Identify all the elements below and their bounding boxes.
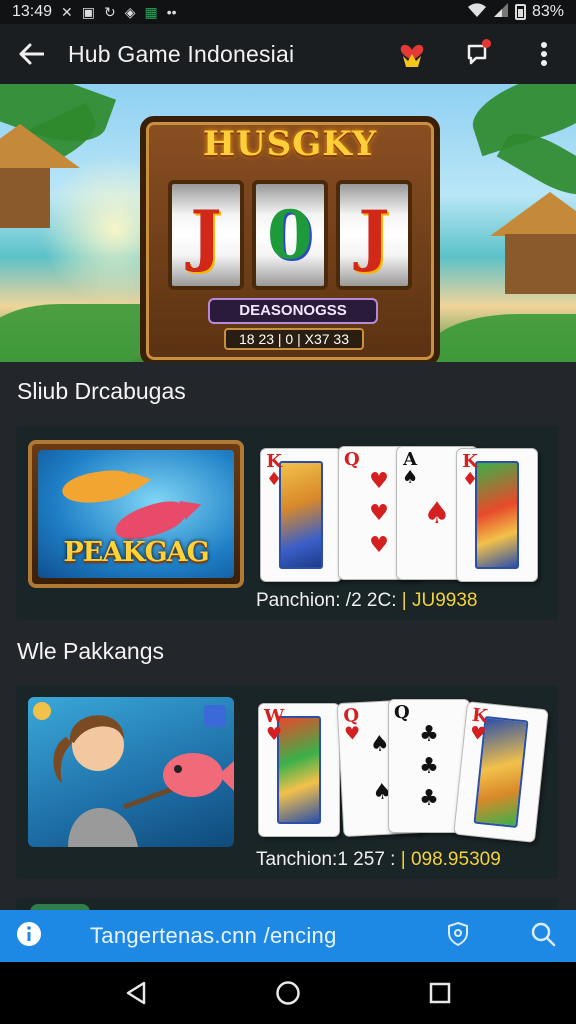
card-pip: ♥ bbox=[369, 532, 389, 558]
home-circle-icon bbox=[276, 981, 300, 1005]
bush bbox=[430, 314, 576, 362]
card-pip: ♠ bbox=[423, 495, 451, 531]
card-rank: K ♦ bbox=[462, 453, 478, 489]
image-icon: ▣ bbox=[81, 3, 96, 20]
card-suit: ♥ bbox=[468, 722, 488, 746]
playing-cards: W ♥ ♠ ♠ Q ♥ ♣ ♣ ♣ Q K ♥ bbox=[254, 698, 554, 849]
url-text[interactable]: Tangertenas.cnn /encing bbox=[90, 923, 337, 949]
thumbnail-label: PEAKGAG bbox=[63, 537, 209, 568]
sync-icon: ↻ bbox=[104, 3, 116, 20]
shield-icon: ◈ bbox=[124, 3, 136, 20]
app-bar: Hub Game Indonesiai bbox=[0, 24, 576, 84]
info-separator: | bbox=[401, 590, 407, 611]
shield-icon[interactable] bbox=[446, 921, 470, 952]
game-info-text: Panchion: /2 2C: bbox=[256, 590, 397, 611]
browser-url-bar[interactable]: Tangertenas.cnn /encing bbox=[0, 910, 576, 962]
card-suit: ♠ bbox=[402, 467, 419, 488]
nav-home-button[interactable] bbox=[264, 969, 312, 1017]
card-pip: ♣ bbox=[419, 721, 439, 747]
card-rank-letter: Q bbox=[344, 449, 360, 470]
page-title: Hub Game Indonesiai bbox=[68, 40, 295, 67]
card-pip: ♣ bbox=[419, 785, 439, 811]
back-arrow-icon bbox=[19, 43, 44, 65]
hut bbox=[0, 168, 50, 228]
game-thumbnail[interactable]: PEAKGAG bbox=[28, 440, 244, 588]
game-info-text: Tanchion:1 257 : bbox=[256, 849, 396, 870]
back-button[interactable] bbox=[14, 37, 48, 71]
hut bbox=[505, 234, 576, 294]
playing-card: K ♥ bbox=[453, 701, 549, 843]
character-illustration bbox=[33, 702, 234, 847]
card-rank: Q bbox=[394, 704, 410, 722]
playing-cards: K ♦ ♥ ♥ ♥ Q ♠ A ♠ K ♦ bbox=[260, 446, 550, 586]
game-code: JU9938 bbox=[411, 590, 478, 611]
wifi-icon bbox=[467, 2, 487, 23]
nav-back-button[interactable] bbox=[112, 969, 160, 1017]
info-separator: | bbox=[400, 849, 406, 870]
game-code: 098.95309 bbox=[410, 849, 501, 870]
featured-banner[interactable]: HUSGKY J 0 J DEASONOGSS 18 23 | 0 | X37 … bbox=[0, 84, 576, 362]
card-pips: ♣ ♣ ♣ bbox=[403, 718, 455, 814]
notification-badge bbox=[482, 39, 491, 48]
hut-roof bbox=[0, 124, 80, 168]
nav-recents-button[interactable] bbox=[416, 969, 464, 1017]
card-rank-letter: Q bbox=[394, 702, 410, 723]
slot-reel: J bbox=[168, 180, 244, 290]
slot-machine: HUSGKY J 0 J DEASONOGSS 18 23 | 0 | X37 … bbox=[140, 116, 440, 362]
card-rank: Q bbox=[344, 451, 360, 469]
game-thumbnail[interactable] bbox=[28, 697, 234, 847]
close-icon: ✕ bbox=[61, 3, 73, 20]
more-menu-button[interactable] bbox=[526, 36, 562, 72]
card-face-art bbox=[279, 461, 323, 569]
android-icon: ▦ bbox=[144, 3, 158, 20]
playing-card: K ♦ bbox=[456, 448, 538, 582]
section-title: Wle Pakkangs bbox=[17, 638, 165, 664]
playing-card: W ♥ bbox=[258, 703, 340, 837]
signal-icon bbox=[493, 2, 509, 23]
card-rank: A ♠ bbox=[402, 451, 418, 487]
card-rank: Q ♥ bbox=[343, 705, 361, 745]
card-rank: K ♦ bbox=[266, 453, 282, 489]
slot-title: HUSGKY bbox=[202, 124, 378, 164]
slot-reel: 0 bbox=[252, 180, 328, 290]
card-suit: ♥ bbox=[266, 724, 283, 745]
slot-plate: DEASONOGSS bbox=[208, 298, 378, 324]
card-suit: ♦ bbox=[266, 469, 283, 490]
slot-counter: 18 23 | 0 | X37 33 bbox=[224, 328, 364, 350]
search-icon[interactable] bbox=[530, 921, 556, 952]
section-title: Sliub Drcabugas bbox=[17, 378, 186, 404]
card-suit: ♥ bbox=[343, 723, 361, 745]
app-screen: 13:49 ✕ ▣ ↻ ◈ ▦ •• 83% Hub Game Indonesi… bbox=[0, 0, 576, 1024]
playing-card: K ♦ bbox=[260, 448, 342, 582]
favorites-button[interactable] bbox=[394, 36, 430, 72]
back-triangle-icon bbox=[126, 981, 146, 1005]
heart-crown-icon bbox=[400, 44, 424, 67]
hut-roof bbox=[490, 192, 576, 236]
game-card[interactable]: W ♥ ♠ ♠ Q ♥ ♣ ♣ ♣ Q K ♥ Tanchion:1 257 : | 098… bbox=[16, 685, 558, 879]
more-dots-icon: •• bbox=[166, 4, 177, 20]
bush bbox=[0, 304, 140, 362]
game-info: Tanchion:1 257 : | 098.95309 bbox=[256, 849, 501, 871]
more-vert-icon bbox=[541, 42, 547, 66]
status-time: 13:49 bbox=[12, 3, 53, 20]
slot-reels: J 0 J bbox=[168, 180, 412, 290]
recents-square-icon bbox=[429, 982, 451, 1004]
card-face-art bbox=[475, 461, 519, 569]
info-icon[interactable] bbox=[16, 921, 42, 952]
card-rank: W ♥ bbox=[264, 708, 284, 744]
slot-reel: J bbox=[336, 180, 412, 290]
battery-level: 83% bbox=[531, 3, 564, 20]
card-pip: ♥ bbox=[369, 468, 389, 494]
card-pip: ♥ bbox=[369, 500, 389, 526]
system-nav-bar bbox=[0, 962, 576, 1024]
game-info: Panchion: /2 2C: | JU9938 bbox=[256, 590, 477, 612]
game-card[interactable]: PEAKGAG K ♦ ♥ ♥ ♥ Q ♠ A ♠ K ♦ Panchion: /2 2C… bbox=[16, 426, 558, 620]
status-bar: 13:49 ✕ ▣ ↻ ◈ ▦ •• 83% bbox=[0, 0, 576, 24]
battery-icon bbox=[514, 4, 526, 20]
chat-button[interactable] bbox=[460, 36, 496, 72]
card-pip: ♣ bbox=[419, 753, 439, 779]
card-suit: ♦ bbox=[462, 469, 479, 490]
